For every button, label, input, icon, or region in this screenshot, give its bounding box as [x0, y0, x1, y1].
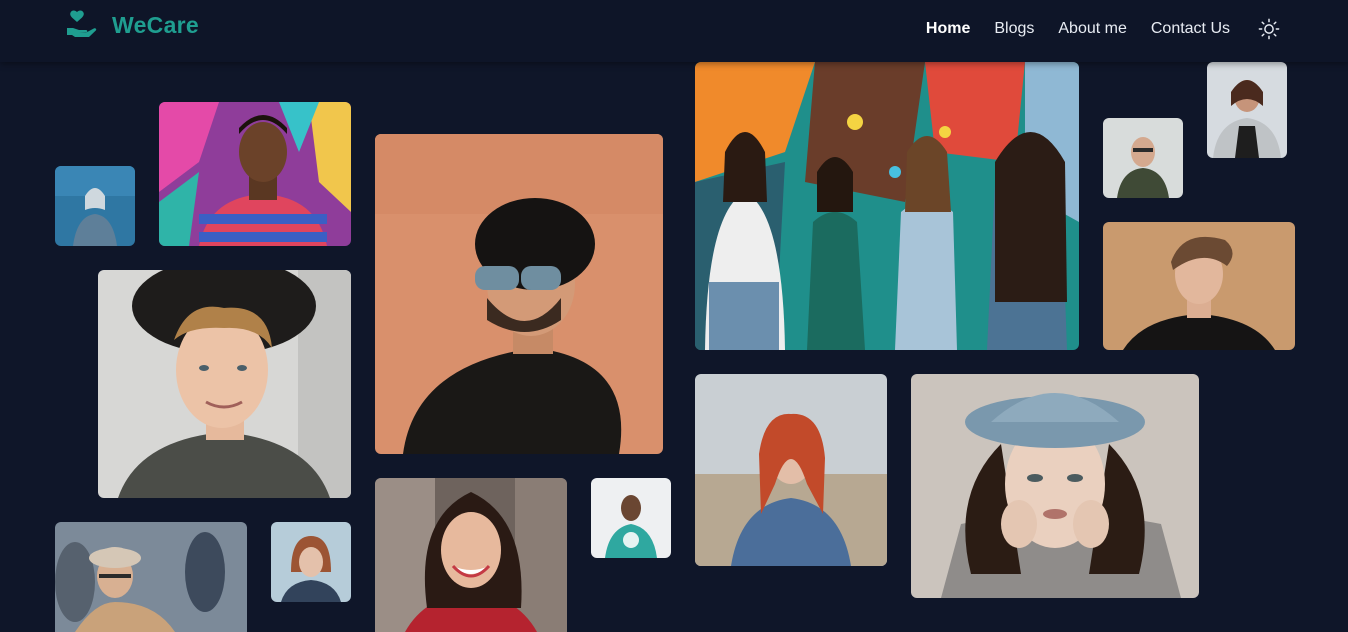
photo-man-tie-dye-shirt[interactable] [591, 478, 671, 558]
photo-man-graffiti[interactable] [159, 102, 351, 246]
person-photo [98, 270, 351, 498]
person-photo [55, 166, 135, 246]
person-photo [695, 62, 1079, 350]
photo-woman-blue-wall[interactable] [55, 166, 135, 246]
photo-woman-grey-cardigan[interactable] [1207, 62, 1287, 158]
photo-smiling-woman-red-top[interactable] [375, 478, 567, 632]
brand-name: WeCare [112, 11, 200, 38]
person-photo [591, 478, 671, 558]
site-header: WeCare Home Blogs About me Contact Us [0, 0, 1348, 62]
photo-curly-man-hat[interactable] [98, 270, 351, 498]
photo-redhead-woman-field[interactable] [695, 374, 887, 566]
photo-man-hat-sunglasses[interactable] [375, 134, 663, 454]
person-photo [271, 522, 351, 602]
photo-man-plaid-hat-crowd[interactable] [55, 522, 247, 632]
photo-four-women-mural[interactable] [695, 62, 1079, 350]
person-photo [695, 374, 887, 566]
person-photo [375, 134, 663, 454]
person-photo [159, 102, 351, 246]
person-photo [1103, 222, 1295, 350]
logo-link[interactable]: WeCare [66, 9, 199, 41]
nav-about-me[interactable]: About me [1058, 20, 1126, 38]
photo-redhead-bob-woman[interactable] [271, 522, 351, 602]
nav-contact-us[interactable]: Contact Us [1151, 20, 1230, 38]
person-photo [55, 522, 247, 632]
nav-blogs[interactable]: Blogs [994, 20, 1034, 38]
main-nav: Home Blogs About me Contact Us [926, 18, 1280, 40]
person-photo [1103, 118, 1183, 198]
person-photo [375, 478, 567, 632]
person-photo [911, 374, 1199, 598]
photo-woman-blue-hat[interactable] [911, 374, 1199, 598]
photo-bald-man-glasses[interactable] [1103, 118, 1183, 198]
person-photo [1207, 62, 1287, 158]
nav-home[interactable]: Home [926, 20, 970, 38]
heart-hand-icon [67, 10, 97, 37]
photo-young-man-tan-wall[interactable] [1103, 222, 1295, 350]
sun-icon[interactable] [1258, 18, 1280, 40]
